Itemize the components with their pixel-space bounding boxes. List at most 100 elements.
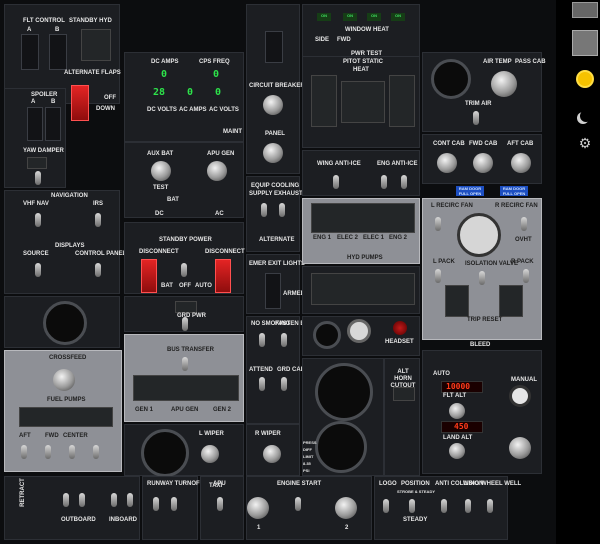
panel-thumbnail-overhead[interactable] — [572, 30, 598, 56]
r-wiper-knob[interactable] — [263, 445, 281, 463]
spoiler-a-guard[interactable] — [27, 107, 43, 141]
grd-pwr-panel: GRD PWR — [124, 296, 244, 332]
displays-source: SOURCE — [23, 251, 49, 257]
hyd-pumps-title: HYD PUMPS — [347, 255, 383, 261]
spoiler-b-guard[interactable] — [45, 107, 61, 141]
vhf-nav-switch[interactable] — [35, 213, 41, 227]
dc-amps-readout: 0 — [161, 69, 168, 80]
eng-anti-ice-2-switch[interactable] — [401, 175, 407, 189]
standby-hyd-annunciators — [81, 29, 111, 61]
exhaust-switch[interactable] — [279, 203, 285, 217]
anti-collision-switch[interactable] — [441, 499, 447, 513]
air-temp-selector[interactable] — [491, 71, 517, 97]
spoiler-b-label: B — [51, 99, 56, 105]
wing-switch[interactable] — [465, 499, 471, 513]
flt-control-a-guard[interactable] — [21, 34, 39, 70]
hyd-eng1-label: ENG 1 — [313, 235, 332, 241]
runway-turnoff-title: RUNWAY TURNOFF — [147, 481, 204, 487]
panel-light-knob[interactable] — [263, 143, 283, 163]
position-switch[interactable] — [409, 499, 415, 513]
l-pack-switch[interactable] — [435, 269, 441, 283]
fuel-pump-switch-2[interactable] — [45, 445, 51, 459]
standby-bat-label: BAT — [161, 283, 173, 289]
land-alt-label: LAND ALT — [443, 435, 473, 441]
bus-transfer-switch[interactable] — [182, 357, 188, 371]
headset-jack[interactable] — [393, 321, 407, 335]
hyd-elec1-label: ELEC 1 — [363, 235, 385, 241]
outboard-label: OUTBOARD — [61, 517, 96, 523]
circuit-breaker-knob[interactable] — [263, 95, 283, 115]
r-pack-switch[interactable] — [523, 269, 529, 283]
supply-switch[interactable] — [261, 203, 267, 217]
eng-anti-ice-1-switch[interactable] — [381, 175, 387, 189]
displays-source-switch[interactable] — [35, 263, 41, 277]
land-alt-knob[interactable] — [449, 443, 465, 459]
l-wiper-knob[interactable] — [201, 445, 219, 463]
le-switch-3[interactable] — [111, 493, 117, 507]
fuel-fwd-label: FWD — [45, 433, 59, 439]
circuit-breaker-title: CIRCUIT BREAKER — [249, 83, 305, 89]
air-temp-gauge — [431, 59, 471, 99]
wheel-well-switch[interactable] — [487, 499, 493, 513]
runway-turnoff-r-switch[interactable] — [171, 497, 177, 511]
sun-icon[interactable] — [578, 72, 592, 86]
isolation-valve-switch[interactable] — [479, 271, 485, 285]
taxi-switch[interactable] — [217, 497, 223, 511]
gear-icon[interactable]: ⚙ — [578, 136, 592, 150]
logo-switch[interactable] — [383, 499, 389, 513]
pressure-mode-selector[interactable] — [509, 437, 531, 459]
le-switch-4[interactable] — [127, 493, 133, 507]
flt-alt-label: FLT ALT — [443, 393, 467, 399]
cps-freq-readout: 0 — [213, 69, 220, 80]
grd-call-switch[interactable] — [281, 377, 287, 391]
displays-control-switch[interactable] — [95, 263, 101, 277]
ignition-select-switch[interactable] — [295, 497, 301, 511]
l-recirc-fan-label: L RECIRC FAN — [431, 203, 473, 209]
fasten-belts-switch[interactable] — [281, 333, 287, 347]
aft-cab-knob[interactable] — [511, 153, 531, 173]
alt-horn-button[interactable] — [393, 387, 415, 401]
l-wiper-title: L WIPER — [199, 431, 224, 437]
equip-cooling-panel: EQUIP COOLING SUPPLY EXHAUST ALTERNATE — [246, 176, 303, 252]
crossfeed-valve-knob[interactable] — [53, 369, 75, 391]
ac-meter-selector[interactable] — [207, 161, 227, 181]
fuel-pump-switch-4[interactable] — [93, 445, 99, 459]
dc-meter-selector[interactable] — [151, 161, 171, 181]
flap-extend-panel: RETRACT OUTBOARD INBOARD — [4, 476, 140, 540]
headset-panel: HEADSET — [302, 316, 420, 356]
engine-start-1-knob[interactable] — [247, 497, 269, 519]
r-recirc-fan-label: R RECIRC FAN — [495, 203, 538, 209]
fuel-pump-switch-1[interactable] — [21, 445, 27, 459]
engine-start-2-knob[interactable] — [335, 497, 357, 519]
fwd-cab-knob[interactable] — [473, 153, 493, 173]
no-smoking-switch[interactable] — [259, 333, 265, 347]
yaw-damper-switch[interactable] — [35, 171, 41, 185]
grd-pwr-switch[interactable] — [182, 317, 188, 331]
l-recirc-fan-switch[interactable] — [435, 217, 441, 231]
flt-control-a-label: A — [27, 27, 32, 33]
irs-switch[interactable] — [95, 213, 101, 227]
panel-thumbnail-upper[interactable] — [572, 2, 598, 18]
wheel-well-title: WHEEL WELL — [481, 481, 522, 487]
runway-turnoff-l-switch[interactable] — [153, 497, 159, 511]
r-recirc-fan-switch[interactable] — [521, 217, 527, 231]
standby-power-switch[interactable] — [181, 263, 187, 277]
flt-alt-knob[interactable] — [449, 403, 465, 419]
emer-exit-guard[interactable] — [265, 273, 281, 309]
trim-air-switch[interactable] — [473, 111, 479, 125]
moon-icon[interactable] — [580, 110, 592, 122]
apu-title: APU — [213, 481, 226, 487]
wing-anti-ice-switch[interactable] — [333, 175, 339, 189]
flt-control-b-guard[interactable] — [49, 34, 67, 70]
cabin-pressure-controller: AUTO 10000 FLT ALT 450 LAND ALT MANUAL — [422, 350, 542, 474]
le-switch-2[interactable] — [79, 493, 85, 507]
cont-cab-knob[interactable] — [437, 153, 457, 173]
standby-disconnect-guard-2[interactable] — [215, 259, 231, 293]
engine-2-label: 2 — [345, 525, 349, 531]
alternate-flaps-guard[interactable] — [71, 85, 89, 121]
fuel-pump-switch-3[interactable] — [69, 445, 75, 459]
standby-disconnect-guard-1[interactable] — [141, 259, 157, 293]
attend-switch[interactable] — [259, 377, 265, 391]
le-switch-1[interactable] — [63, 493, 69, 507]
sidebar: ⚙ — [556, 0, 600, 544]
